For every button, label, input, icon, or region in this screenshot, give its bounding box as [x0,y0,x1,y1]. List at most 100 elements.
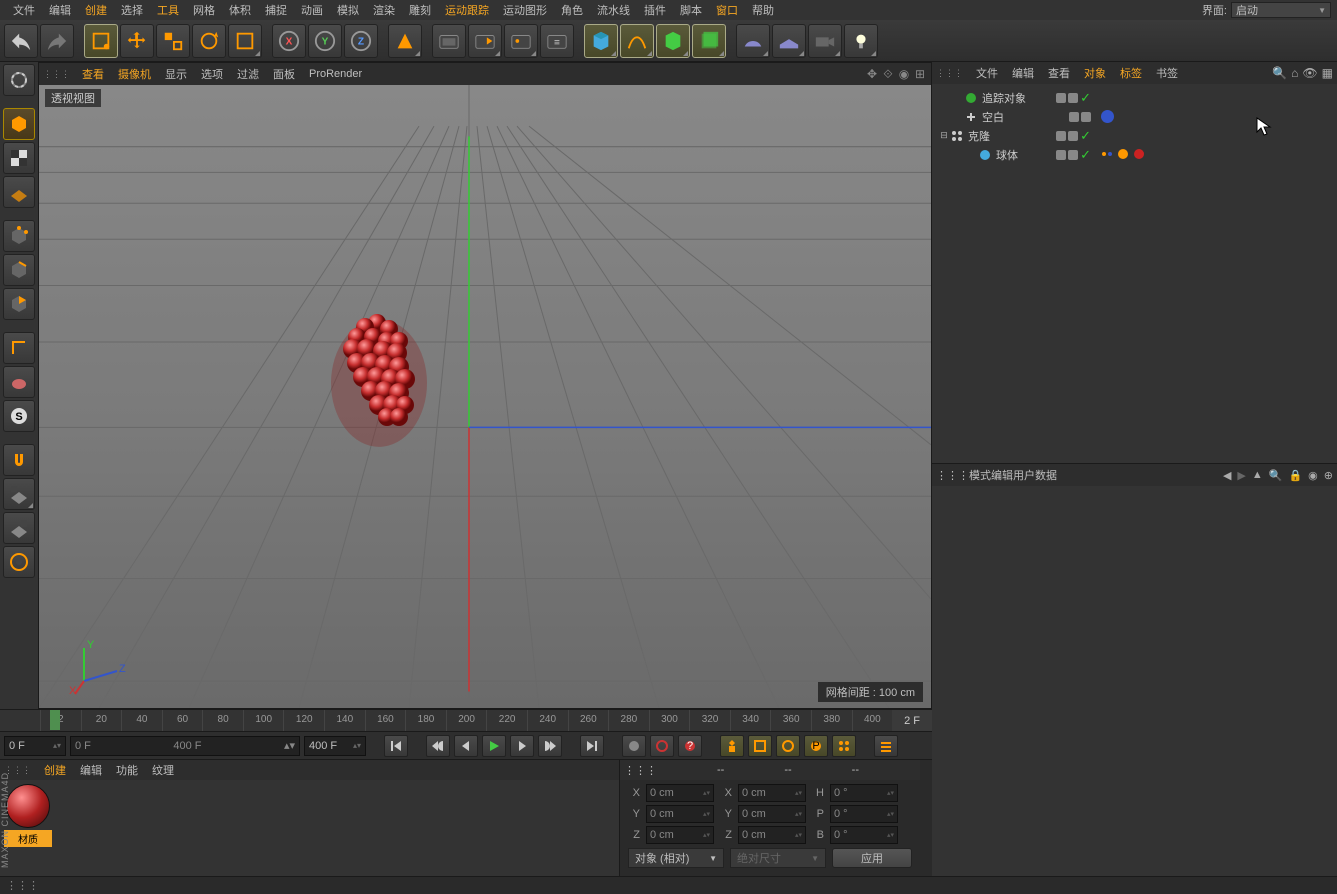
om-tags[interactable]: 标签 [1113,64,1149,82]
make-editable-button[interactable] [3,64,35,96]
menu-create[interactable]: 创建 [78,0,114,20]
vp-nav-rotate-icon[interactable]: ◉ [897,67,911,81]
tree-row-sphere[interactable]: 球体 ✓ [932,145,1337,164]
menu-animation[interactable]: 动画 [294,0,330,20]
frame-start-field[interactable]: 0 F▴▾ [4,736,66,756]
pos-x-field[interactable]: 0 cm▴▾ [646,784,714,802]
y-axis-lock[interactable]: Y [308,24,342,58]
menu-simulate[interactable]: 模拟 [330,0,366,20]
polygons-mode-button[interactable] [3,288,35,320]
am-mode-icon[interactable]: ◉ [1308,469,1318,482]
add-environment-button[interactable] [736,24,770,58]
size-mode-select[interactable]: 绝对尺寸▼ [730,848,826,868]
render-view-button[interactable] [432,24,466,58]
menu-mesh[interactable]: 网格 [186,0,222,20]
grip-icon[interactable]: ⋮⋮⋮ [936,68,963,79]
menu-select[interactable]: 选择 [114,0,150,20]
pos-y-field[interactable]: 0 cm▴▾ [646,805,714,823]
menu-sculpt[interactable]: 雕刻 [402,0,438,20]
menu-render[interactable]: 渲染 [366,0,402,20]
snap-button[interactable] [3,444,35,476]
play-button[interactable] [482,735,506,757]
live-select-tool[interactable] [84,24,118,58]
material-tag-icon[interactable] [1133,148,1146,161]
mat-texture[interactable]: 纹理 [145,761,181,779]
dynamics-tag-icon[interactable] [1101,148,1114,161]
om-file[interactable]: 文件 [969,64,1005,82]
menu-window[interactable]: 窗口 [709,0,745,20]
edges-mode-button[interactable] [3,254,35,286]
prev-frame-button[interactable] [454,735,478,757]
add-cube-button[interactable] [584,24,618,58]
model-mode-button[interactable] [3,108,35,140]
am-fwd-icon[interactable]: ▶ [1237,469,1245,482]
menu-tools[interactable]: 工具 [150,0,186,20]
add-light-button[interactable] [844,24,878,58]
mograph-tag-icon[interactable] [1117,148,1130,161]
rot-b-field[interactable]: 0 °▴▾ [830,826,898,844]
vp-nav-zoom-icon[interactable]: ⟐ [881,67,895,81]
mat-edit[interactable]: 编辑 [73,761,109,779]
goto-start-button[interactable] [384,735,408,757]
texture-mode-button[interactable] [3,142,35,174]
am-mode[interactable]: 模式 [969,467,991,483]
vp-view[interactable]: 查看 [76,65,110,83]
z-axis-lock[interactable]: Z [344,24,378,58]
am-up-icon[interactable]: ▲ [1252,469,1263,482]
perspective-viewport[interactable]: 透视视图 网格间距 : 100 cm Y Z X [39,85,931,708]
vp-cameras[interactable]: 摄像机 [112,65,157,83]
vp-display[interactable]: 显示 [159,65,193,83]
keyframe-selection-button[interactable]: ? [678,735,702,757]
add-spline-button[interactable] [620,24,654,58]
timeline-playhead[interactable] [50,710,60,730]
rot-h-field[interactable]: 0 °▴▾ [830,784,898,802]
om-objects[interactable]: 对象 [1077,64,1113,82]
size-x-field[interactable]: 0 cm▴▾ [738,784,806,802]
frame-end-field[interactable]: 400 F▴▾ [304,736,366,756]
rotate-tool[interactable] [192,24,226,58]
am-userdata[interactable]: 用户数据 [1013,467,1057,483]
add-floor-button[interactable] [772,24,806,58]
mat-function[interactable]: 功能 [109,761,145,779]
om-eye-icon[interactable]: 👁 [1302,66,1317,80]
size-z-field[interactable]: 0 cm▴▾ [738,826,806,844]
menu-volume[interactable]: 体积 [222,0,258,20]
menu-character[interactable]: 角色 [554,0,590,20]
menu-file[interactable]: 文件 [6,0,42,20]
key-position-button[interactable] [720,735,744,757]
render-settings-button[interactable]: ≡ [540,24,574,58]
render-region-button[interactable] [468,24,502,58]
tree-row-tracker[interactable]: 追踪对象 ✓ [932,88,1337,107]
collapse-icon[interactable]: ⊟ [938,130,950,141]
planar-workplane-button[interactable] [3,546,35,578]
grip-icon[interactable]: ⋮⋮⋮ [624,764,657,777]
recent-tool[interactable] [228,24,262,58]
vp-prorender[interactable]: ProRender [303,67,368,81]
move-tool[interactable] [120,24,154,58]
mat-create[interactable]: 创建 [37,761,73,779]
menu-help[interactable]: 帮助 [745,0,781,20]
coord-system-button[interactable] [388,24,422,58]
grip-icon[interactable]: ⋮⋮⋮ [936,469,969,482]
rot-p-field[interactable]: 0 °▴▾ [830,805,898,823]
timeline-dope-button[interactable] [874,735,898,757]
goto-end-button[interactable] [580,735,604,757]
tree-row-cloner[interactable]: ⊟ 克隆 ✓ [932,126,1337,145]
menu-plugins[interactable]: 插件 [637,0,673,20]
am-lock-icon[interactable]: 🔒 [1288,469,1302,482]
key-rotation-button[interactable] [776,735,800,757]
interface-select[interactable]: 启动▼ [1231,2,1331,18]
vp-nav-toggle-icon[interactable]: ⊞ [913,67,927,81]
timeline-range-slider[interactable]: 0 F400 F▴▾ [70,736,300,756]
apply-button[interactable]: 应用 [832,848,912,868]
am-back-icon[interactable]: ◀ [1223,469,1231,482]
x-axis-lock[interactable]: X [272,24,306,58]
key-scale-button[interactable] [748,735,772,757]
add-deformer-button[interactable] [692,24,726,58]
menu-edit[interactable]: 编辑 [42,0,78,20]
grip-icon[interactable]: ⋮⋮⋮ [43,69,70,80]
om-edit[interactable]: 编辑 [1005,64,1041,82]
viewport-solo-button[interactable]: S [3,400,35,432]
menu-snap[interactable]: 捕捉 [258,0,294,20]
om-view[interactable]: 查看 [1041,64,1077,82]
